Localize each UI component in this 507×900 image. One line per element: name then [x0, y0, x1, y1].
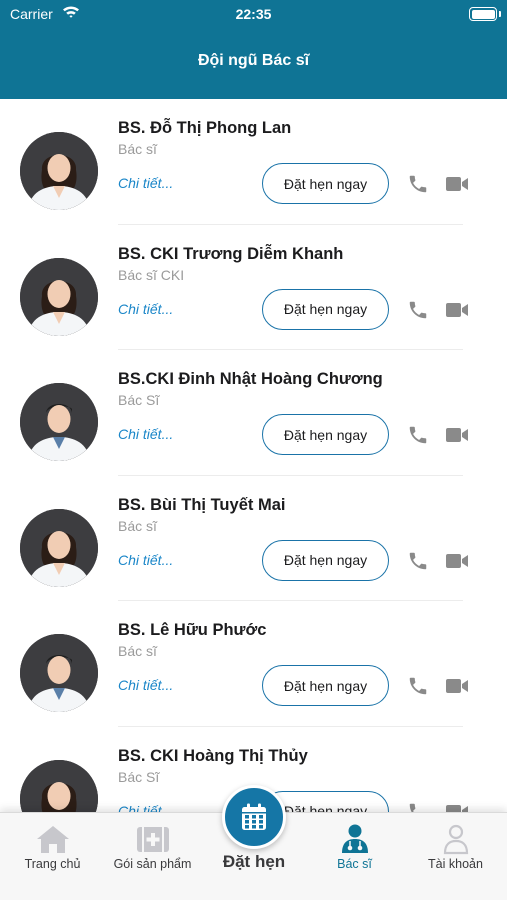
tab-doctors-label: Bác sĩ: [337, 857, 372, 871]
video-camera-icon[interactable]: [445, 301, 469, 319]
phone-icon[interactable]: [407, 675, 429, 697]
doctor-row[interactable]: BS. Lê Hữu Phước Bác sĩ Chi tiết... Đặt …: [0, 601, 507, 727]
clock: 22:35: [235, 6, 272, 22]
details-link[interactable]: Chi tiết...: [118, 175, 173, 191]
doctor-title: Bác sĩ: [118, 141, 157, 157]
book-appointment-button[interactable]: Đặt hẹn ngay: [262, 539, 389, 581]
doctor-name: BS.CKI Đinh Nhật Hoàng Chương: [118, 370, 383, 388]
status-bar: Carrier 22:35: [0, 0, 507, 30]
phone-icon[interactable]: [407, 299, 429, 321]
phone-icon[interactable]: [407, 550, 429, 572]
doctor-row[interactable]: BS. Bùi Thị Tuyết Mai Bác sĩ Chi tiết...…: [0, 476, 507, 601]
tab-account[interactable]: Tài khoản: [405, 813, 506, 900]
calendar-icon: [242, 803, 266, 830]
doctor-title: Bác Sĩ: [118, 768, 160, 785]
doctor-title: Bác sĩ CKI: [118, 266, 185, 283]
tab-account-label: Tài khoản: [428, 857, 483, 871]
details-link[interactable]: Chi tiết...: [118, 677, 173, 693]
phone-icon[interactable]: [407, 424, 429, 446]
doctor-avatar[interactable]: [20, 383, 98, 461]
details-link[interactable]: Chi tiết...: [118, 301, 173, 317]
tab-home-label: Trang chủ: [24, 857, 81, 871]
book-appointment-button[interactable]: Đặt hẹn ngay: [262, 163, 389, 204]
doctor-avatar[interactable]: [20, 759, 98, 812]
doctor-row[interactable]: BS. Đỗ Thị Phong Lan Bác sĩ Chi tiết... …: [0, 99, 507, 225]
medical-kit-icon: [135, 823, 171, 855]
doctor-name: BS. Lê Hữu Phước: [118, 621, 267, 639]
details-link[interactable]: Chi tiết...: [118, 552, 173, 568]
book-appointment-button[interactable]: Đặt hẹn ngay: [262, 665, 389, 706]
tab-appointment-label: Đặt hẹn: [222, 852, 286, 871]
doctor-row[interactable]: BS.CKI Đinh Nhật Hoàng Chương Bác Sĩ Chi…: [0, 350, 507, 476]
battery-icon: [469, 7, 497, 21]
video-camera-icon[interactable]: [445, 426, 469, 444]
doctor-avatar[interactable]: [20, 132, 98, 210]
user-icon: [438, 823, 474, 855]
phone-icon[interactable]: [407, 801, 429, 812]
doctor-avatar[interactable]: [20, 257, 98, 336]
doctor-name: BS. CKI Hoàng Thị Thủy: [118, 746, 308, 765]
doctor-name: BS. Đỗ Thị Phong Lan: [118, 119, 292, 137]
page-title: Đội ngũ Bác sĩ: [197, 52, 310, 69]
header: Carrier 22:35 Đội ngũ Bác sĩ: [0, 0, 507, 99]
doctor-name: BS. CKI Trương Diễm Khanh: [118, 244, 344, 263]
tab-home[interactable]: Trang chủ: [2, 813, 103, 900]
home-icon: [35, 823, 71, 855]
doctor-avatar[interactable]: [20, 508, 98, 587]
details-link[interactable]: Chi tiết...: [118, 426, 173, 442]
doctor-list[interactable]: BS. Đỗ Thị Phong Lan Bác sĩ Chi tiết... …: [0, 99, 507, 812]
video-camera-icon[interactable]: [445, 175, 469, 193]
doctor-row[interactable]: BS. CKI Trương Diễm Khanh Bác sĩ CKI Chi…: [0, 225, 507, 350]
tab-packages-label: Gói sản phẩm: [113, 857, 192, 871]
doctor-title: Bác sĩ: [118, 643, 157, 659]
tab-doctors[interactable]: Bác sĩ: [304, 813, 405, 900]
book-appointment-button[interactable]: Đặt hẹn ngay: [262, 414, 389, 455]
tab-packages[interactable]: Gói sản phẩm: [102, 813, 203, 900]
doctor-title: Bác sĩ: [118, 517, 157, 534]
book-appointment-button[interactable]: Đặt hẹn ngay: [262, 288, 389, 330]
details-link[interactable]: Chi tiết...: [118, 803, 173, 813]
video-camera-icon[interactable]: [445, 552, 469, 570]
video-camera-icon[interactable]: [445, 677, 469, 695]
doctor-title: Bác Sĩ: [118, 392, 160, 408]
video-camera-icon[interactable]: [445, 803, 469, 812]
phone-icon[interactable]: [407, 173, 429, 195]
doctor-icon: [337, 823, 373, 855]
doctor-name: BS. Bùi Thị Tuyết Mai: [118, 495, 286, 514]
appointment-fab[interactable]: [222, 785, 286, 849]
doctor-avatar[interactable]: [20, 634, 98, 712]
